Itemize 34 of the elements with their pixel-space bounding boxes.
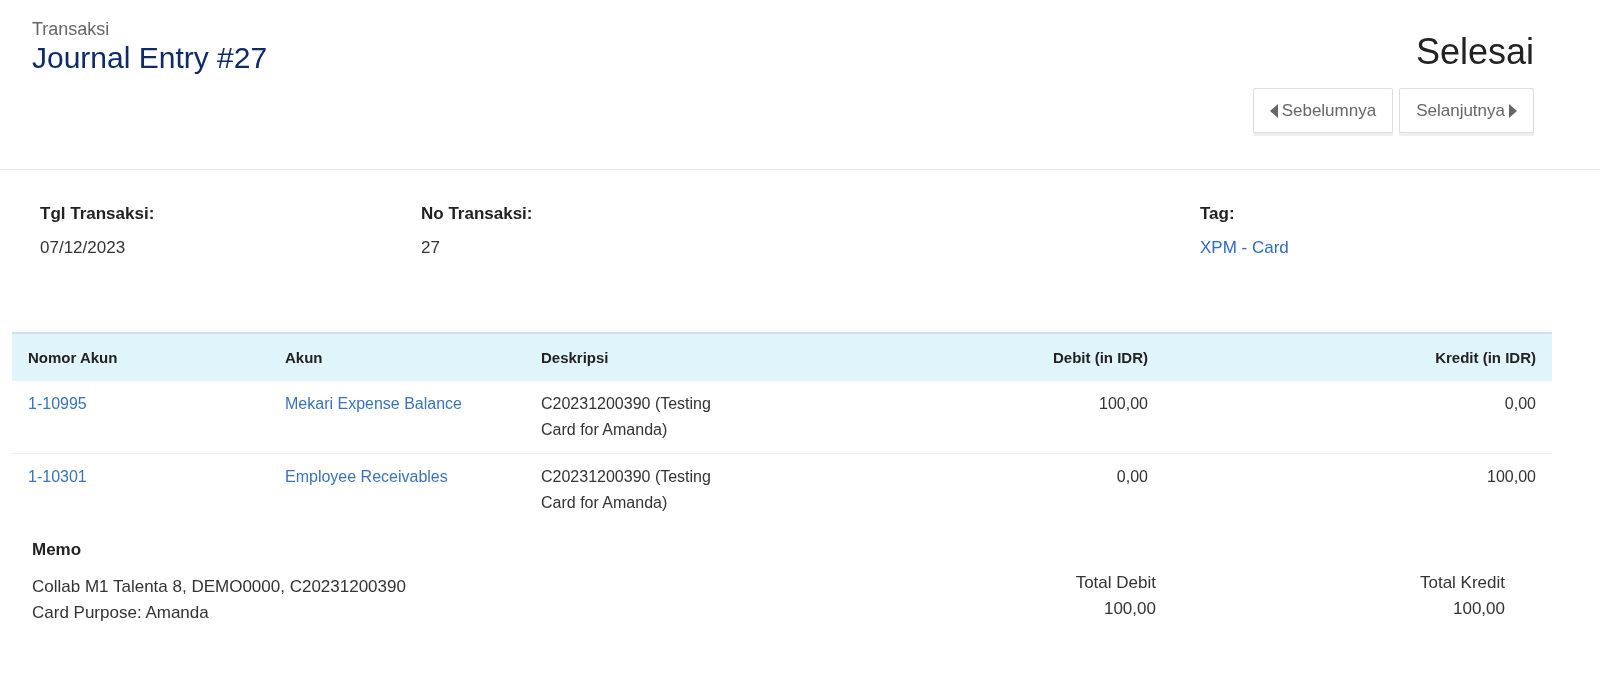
total-label: Total Debit: [1075, 572, 1156, 594]
caret-left-icon: [1269, 103, 1278, 118]
description-text: C20231200390 (Testing Card for Amanda): [541, 467, 712, 513]
total-value: 100,00: [1103, 598, 1156, 620]
table-cell: 0,00: [784, 453, 1164, 526]
next-button[interactable]: Selanjutnya: [1399, 88, 1534, 133]
total-label: Total Kredit: [1419, 572, 1505, 594]
account-number-link[interactable]: 1-10301: [28, 468, 87, 485]
column-header: Nomor Akun: [12, 333, 269, 381]
table-cell: 100,00: [1164, 453, 1552, 526]
total-value: 100,00: [1453, 598, 1505, 620]
column-header: Debit (in IDR): [784, 333, 1164, 381]
table-cell: 0,00: [1164, 381, 1552, 454]
field-value: 27: [421, 238, 441, 258]
memo-text: Collab M1 Talenta 8, DEMO0000, C20231200390 Card Purpose: Amanda: [32, 576, 406, 624]
column-header: Kredit (in IDR): [1164, 333, 1552, 381]
table-cell: 100,00: [784, 381, 1164, 454]
caret-right-icon: [1509, 103, 1517, 118]
memo-label: Memo: [32, 540, 83, 560]
breadcrumb: Transaksi: [32, 18, 111, 40]
account-link[interactable]: Mekari Expense Balance: [285, 395, 462, 412]
field-value: 07/12/2023: [40, 238, 127, 258]
account-number-link[interactable]: 1-10995: [28, 395, 87, 412]
status-text: Selesai: [1415, 30, 1534, 74]
account-link[interactable]: Employee Receivables: [285, 468, 448, 485]
previous-button[interactable]: Sebelumnya: [1252, 88, 1394, 133]
field-label: No Transaksi:: [421, 204, 534, 224]
page-title: Journal Entry #27: [32, 40, 268, 76]
column-header: Akun: [269, 333, 525, 381]
tag-link[interactable]: XPM - Card: [1200, 238, 1560, 258]
column-header: Deskripsi: [525, 333, 784, 381]
field-label: Tgl Transaksi:: [40, 204, 156, 224]
field-label: Tag:: [1200, 204, 1236, 224]
description-text: C20231200390 (Testing Card for Amanda): [541, 394, 712, 440]
